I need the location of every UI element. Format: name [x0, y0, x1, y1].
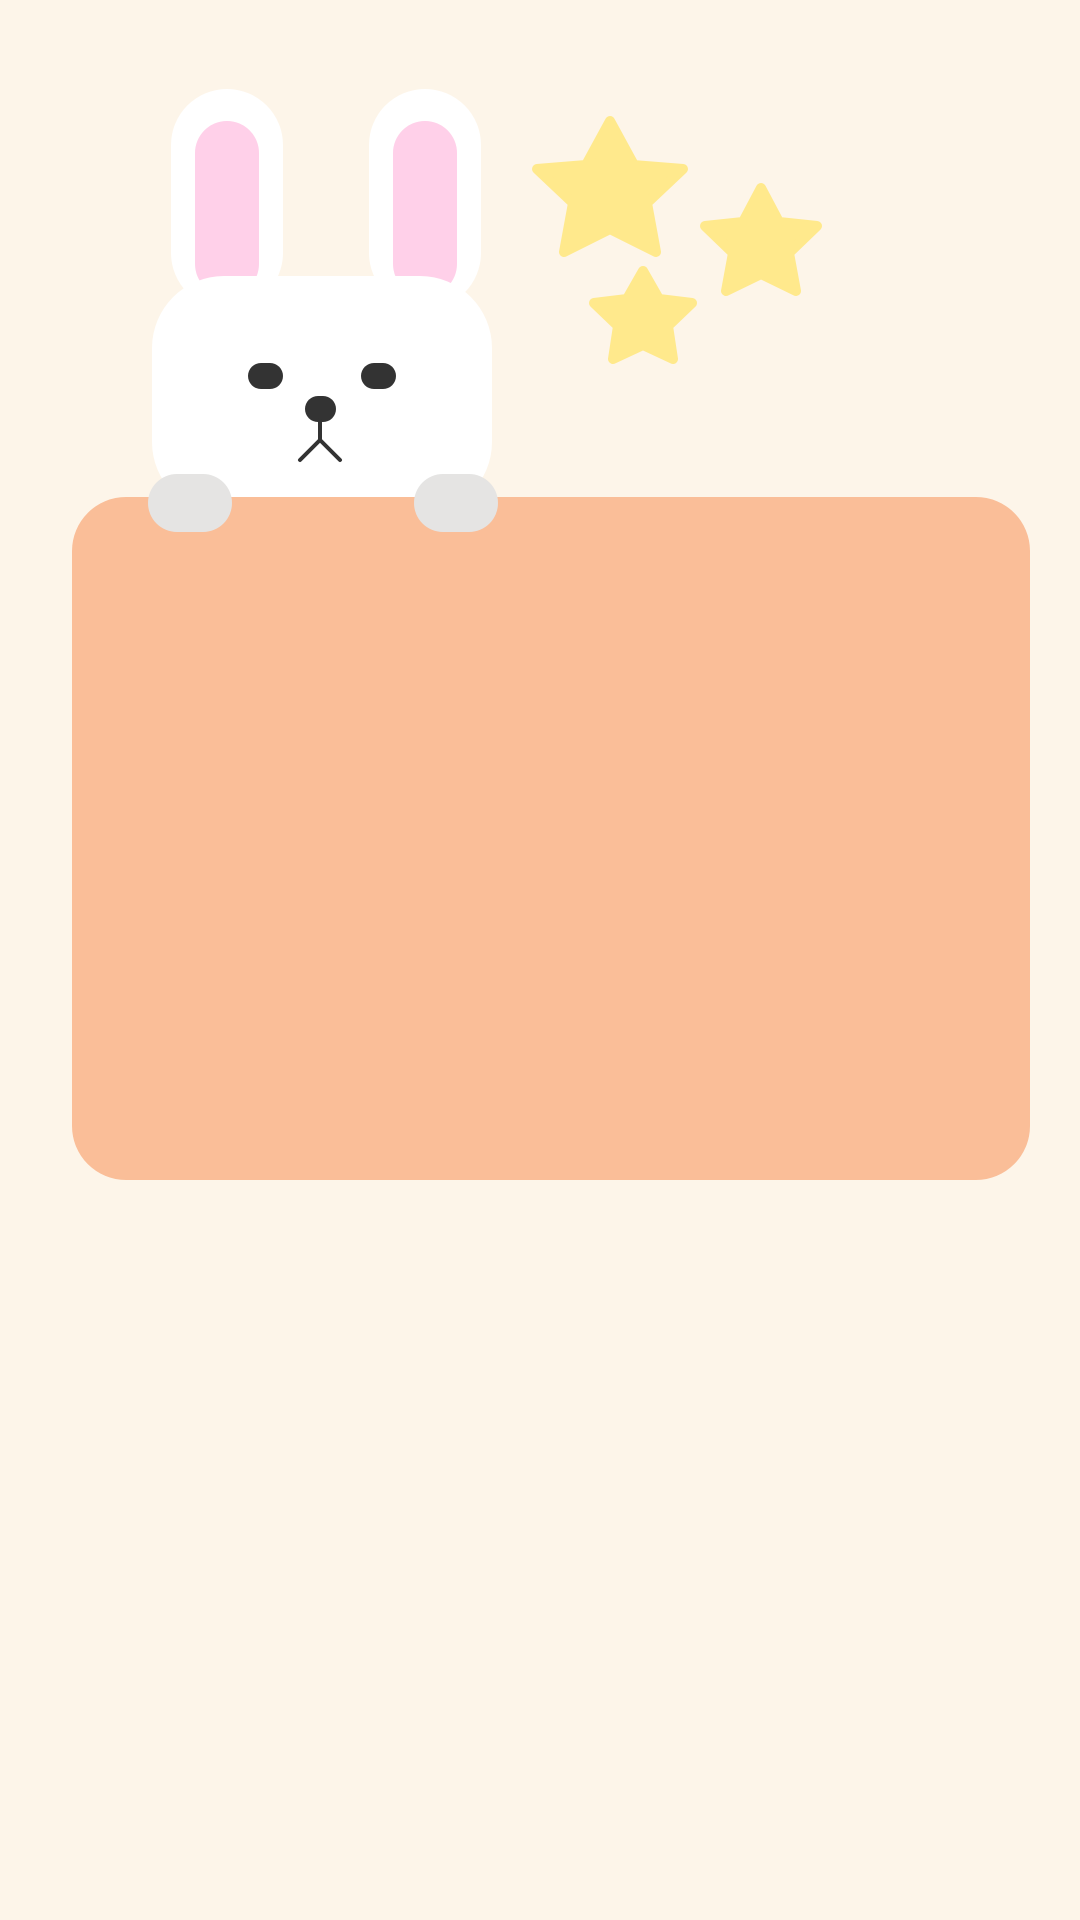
note-card	[72, 497, 1030, 1180]
bunny-left-paw	[148, 474, 232, 532]
bunny-note-illustration	[72, 89, 1030, 1180]
star-icon	[532, 116, 688, 257]
bunny-right-ear-inner	[393, 121, 457, 296]
star-icon	[700, 183, 822, 296]
star-icon	[589, 266, 697, 364]
bunny-right-paw	[414, 474, 498, 532]
bunny-left-ear-inner	[195, 121, 259, 296]
bunny-right-eye	[361, 363, 396, 389]
bunny-left-eye	[248, 363, 283, 389]
